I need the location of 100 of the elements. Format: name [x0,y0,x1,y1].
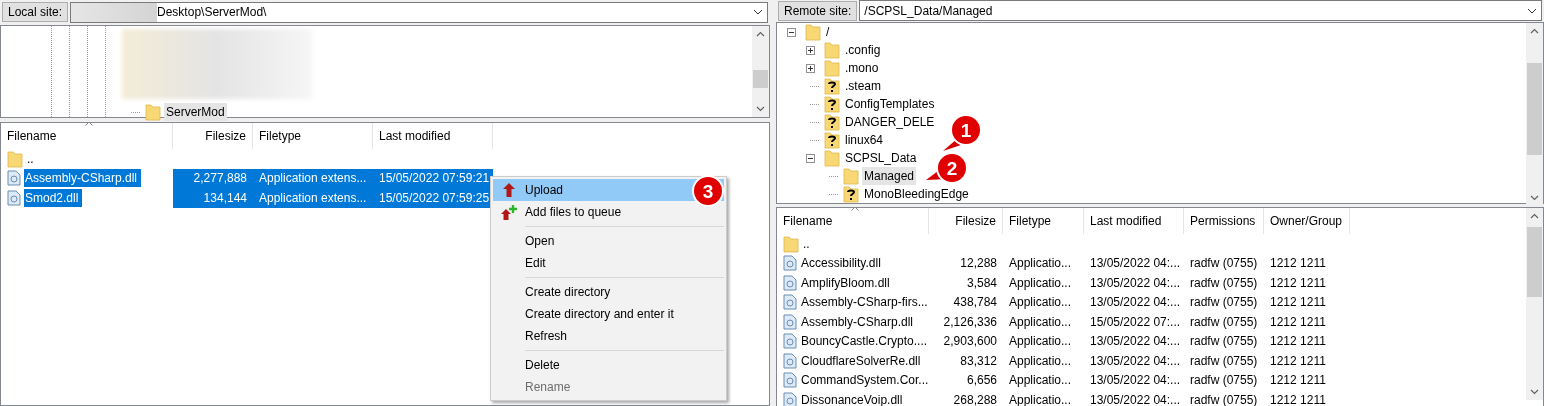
file-row[interactable]: CommandSystem.Cor... 6,656 Applicatio... 13/05/2022 04:... radfw (0755) 1212 1211 [777,370,1350,390]
scroll-thumb[interactable] [753,70,768,88]
table-cell-text: 1212 1211 [1269,372,1327,390]
column-header[interactable]: Filetype [253,123,373,149]
table-cell-text: Applicatio... [1008,313,1073,331]
table-cell-text: 15/05/2022 07:59:25 [378,189,491,207]
file-icon [783,294,797,311]
table-cell-text: Assembly-CSharp-firs... [800,294,929,312]
folder-icon [805,23,821,41]
menu-item[interactable]: Delete [493,354,724,376]
tree-item[interactable]: MonoBleedingEdge [862,185,971,203]
table-cell-text: 2,903,600 [942,333,998,351]
table-cell-text: 13/05/2022 04:... [1089,352,1182,370]
table-cell-text: 438,784 [952,294,998,312]
column-header[interactable]: Filename [1,123,173,149]
table-cell-text: Applicatio... [1008,352,1073,370]
path-text: /SCPSL_Data/Managed [864,2,993,20]
file-row[interactable]: CloudflareSolverRe.dll 83,312 Applicatio... 13/05/2022 04:... radfw (0755) 1212 1211 [777,351,1350,371]
menu-item[interactable]: Create directory and enter it [493,303,724,325]
location-label: Remote site: [778,0,858,21]
table-cell-text: 13/05/2022 04:... [1089,274,1182,292]
expand-icon[interactable] [806,45,815,55]
table-cell-text: 13/05/2022 04:... [1089,333,1182,351]
table-cell-text: BouncyCastle.Crypto.... [800,333,929,351]
table-cell-text: 2,126,336 [942,313,998,331]
tree-item[interactable]: .config [843,41,883,59]
folder-icon [824,149,840,167]
table-cell-text: radfw (0755) [1189,333,1259,351]
tree-item[interactable]: SCPSL_Data [843,149,919,167]
table-cell-text: radfw (0755) [1189,391,1259,406]
scroll-thumb[interactable] [1527,63,1542,155]
file-row[interactable]: .. [777,234,1350,254]
column-header[interactable]: Filesize [173,123,253,149]
tree-item[interactable]: .mono [843,59,881,77]
table-cell-text: 15/05/2022 07:... [1089,313,1182,331]
scrollbar[interactable] [1526,208,1543,400]
file-icon [783,255,797,272]
folder-icon [7,149,23,168]
tree-item[interactable]: DANGER_DELE [843,113,937,131]
file-row[interactable]: Assembly-CSharp.dll 2,126,336 Applicatio... 15/05/2022 07:... radfw (0755) 1212 1211 [777,312,1350,332]
tree-item[interactable]: .steam [843,77,883,95]
file-row[interactable]: AmplifyBloom.dll 3,584 Applicatio... 13/05/2022 04:... radfw (0755) 1212 1211 [777,273,1350,293]
file-row[interactable]: Assembly-CSharp.dll 2,277,888 Application extens... 15/05/2022 07:59:21 [1,168,493,188]
table-cell-text: Assembly-CSharp.dll [800,313,915,331]
table-cell-text: Accessibility.dll [800,255,882,273]
file-row[interactable]: Accessibility.dll 12,288 Applicatio... 13/05/2022 04:... radfw (0755) 1212 1211 [777,253,1350,273]
question-folder-icon [824,95,840,113]
column-header[interactable]: Filesize [929,208,1003,234]
scrollbar[interactable] [1526,23,1543,206]
menu-item[interactable]: Refresh [493,325,724,347]
expand-icon[interactable] [806,63,815,73]
tree-item[interactable]: ConfigTemplates [843,95,937,113]
scrollbar[interactable] [752,26,769,117]
table-cell-text: Application extens... [258,189,368,207]
table-cell-text: Applicatio... [1008,333,1073,351]
table-cell-text: 1212 1211 [1269,255,1327,273]
path-text: Desktop\ServerMod\ [157,4,267,21]
file-row[interactable]: .. [1,149,493,169]
folder-icon [824,59,840,77]
question-folder-icon [824,77,840,95]
table-cell-text: 12,288 [959,255,998,273]
table-cell-text: 3,584 [965,274,998,292]
file-row[interactable]: DissonanceVoip.dll 268,288 Applicatio... 13/05/2022 04:... radfw (0755) 1212 1211 [777,390,1350,406]
menu-item[interactable]: Open [493,230,724,252]
table-cell-text: 1212 1211 [1269,333,1327,351]
path-field[interactable]: /SCPSL_Data/Managed [859,0,1542,21]
table-cell-text: radfw (0755) [1189,352,1259,370]
menu-item[interactable]: Add files to queue [493,201,724,223]
tree-item[interactable]: ServerMod [164,103,227,121]
folder-icon [783,234,799,253]
column-header[interactable]: Last modified [373,123,493,149]
path-field[interactable]: Desktop\ServerMod\ [70,1,768,23]
file-row[interactable]: BouncyCastle.Crypto.... 2,903,600 Applicatio... 13/05/2022 04:... radfw (0755) 1212 1211 [777,331,1350,351]
table-cell-text: 1212 1211 [1269,352,1327,370]
table-cell-text: 1212 1211 [1269,294,1327,312]
column-header[interactable]: Last modified [1084,208,1184,234]
menu-item[interactable]: Edit [493,252,724,274]
tree-item[interactable]: linux64 [843,131,886,149]
question-folder-icon [824,113,840,131]
column-header[interactable]: Filename [777,208,929,234]
file-row[interactable]: Assembly-CSharp-firs... 438,784 Applicatio... 13/05/2022 04:... radfw (0755) 1212 1211 [777,292,1350,312]
tree-item[interactable]: / [824,23,832,41]
scroll-thumb[interactable] [1527,227,1542,297]
table-cell-text: CommandSystem.Cor... [800,372,930,390]
tree-item[interactable]: Managed [862,167,917,185]
folder-icon [145,103,161,121]
collapse-icon[interactable] [806,153,815,163]
column-header[interactable]: Owner/Group [1264,208,1350,234]
file-icon [7,170,21,187]
folder-icon [843,167,859,185]
menu-item[interactable]: Create directory [493,281,724,303]
table-cell-text: 13/05/2022 04:... [1089,372,1182,390]
column-header[interactable]: Permissions [1184,208,1264,234]
table-cell-text: 1212 1211 [1269,313,1327,331]
table-cell-text: Application extens... [258,170,368,188]
file-row[interactable]: Smod2.dll 134,144 Application extens... 15/05/2022 07:59:25 [1,188,493,208]
location-label: Local site: [2,2,69,22]
table-cell-text: 6,656 [965,372,998,390]
collapse-icon[interactable] [787,27,796,37]
column-header[interactable]: Filetype [1003,208,1084,234]
